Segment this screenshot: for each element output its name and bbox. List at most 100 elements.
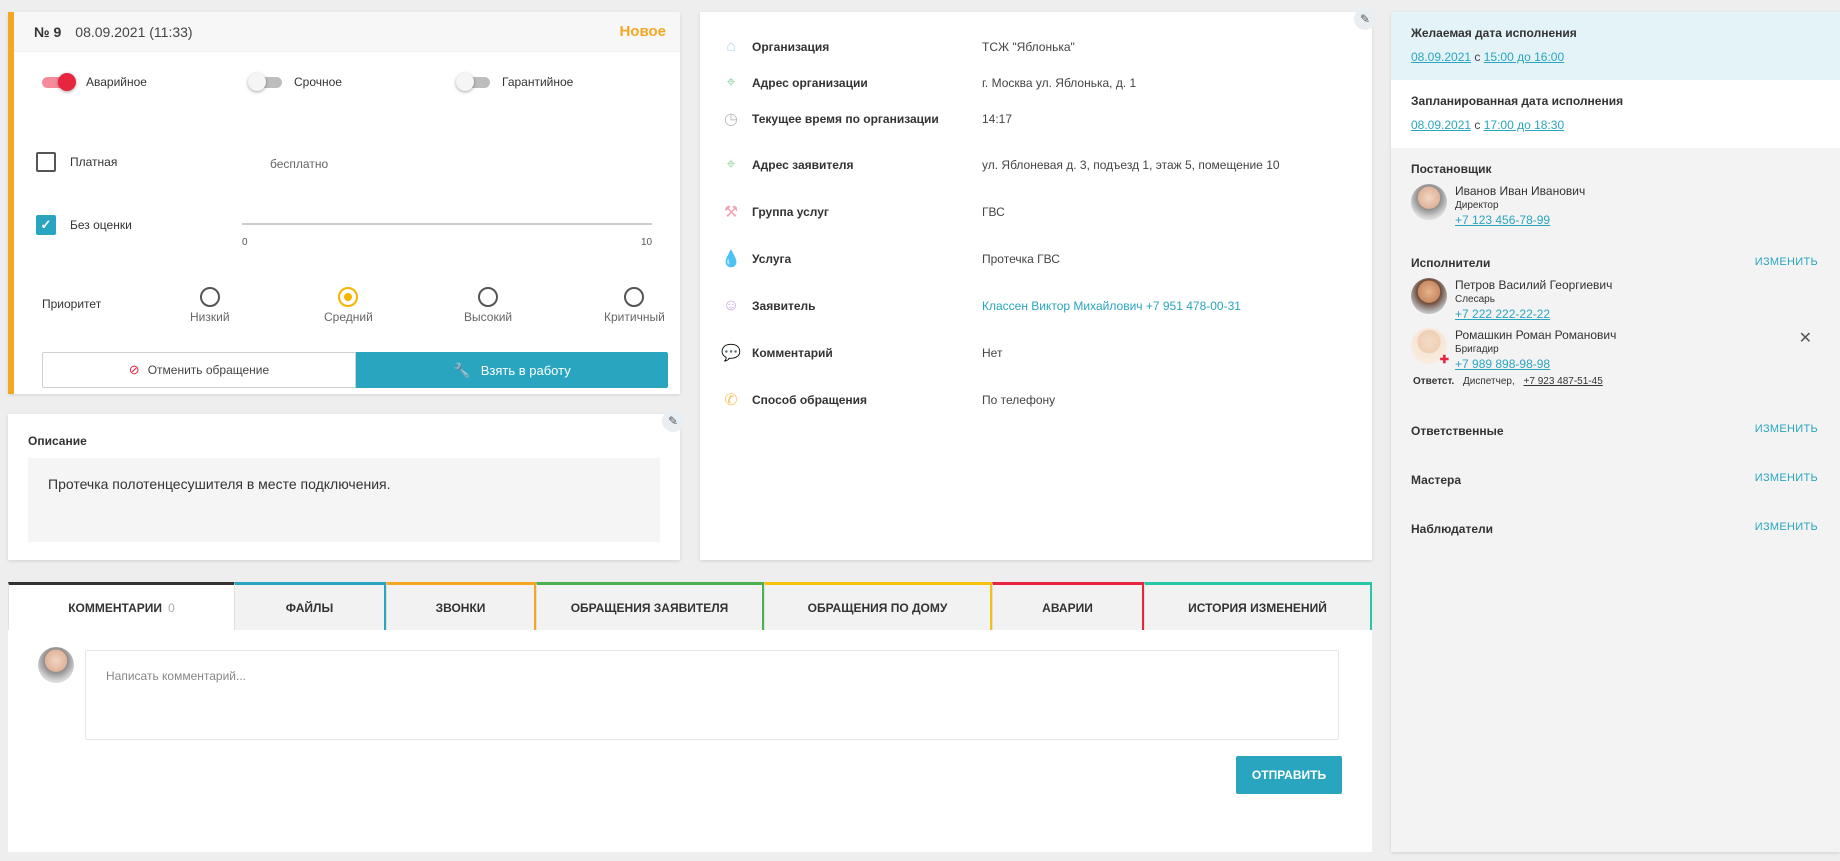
comment-input[interactable]: Написать комментарий... xyxy=(85,650,1339,740)
priority-option-high[interactable]: Высокий xyxy=(464,287,512,324)
tab-label: ОБРАЩЕНИЯ ПО ДОМУ xyxy=(807,600,948,615)
toggle-label: Гарантийное xyxy=(502,75,574,89)
paid-label: Платная xyxy=(70,155,118,169)
rating-slider[interactable] xyxy=(242,223,652,225)
person-phone[interactable]: +7 222 222-22-22 xyxy=(1455,307,1612,321)
priority-option-critical[interactable]: Критичный xyxy=(604,287,665,324)
info-row-contact-method: ✆ Способ обращения По телефону xyxy=(720,389,1352,411)
phone-icon: ✆ xyxy=(724,392,738,409)
tab-files[interactable]: ФАЙЛЫ xyxy=(234,582,386,630)
warranty-toggle[interactable]: Гарантийное xyxy=(456,73,573,91)
send-button[interactable]: ОТПРАВИТЬ xyxy=(1236,756,1342,794)
no-rating-checkbox[interactable]: ✓ xyxy=(36,215,56,235)
responsible-prefix: Ответст. xyxy=(1413,376,1455,387)
ban-icon: ⊘ xyxy=(128,362,140,377)
cancel-request-button[interactable]: ⊘ Отменить обращение xyxy=(42,352,356,388)
from-word: с xyxy=(1474,118,1481,132)
edit-info-pencil-icon[interactable]: ✎ xyxy=(1354,8,1376,30)
info-label: Услуга xyxy=(752,252,792,266)
info-row-current-time: ◷ Текущее время по организации 14:17 xyxy=(720,108,1352,130)
order-datetime: 08.09.2021 (11:33) xyxy=(75,23,193,40)
priority-option-low[interactable]: Низкий xyxy=(190,287,230,324)
edit-description-pencil-icon[interactable]: ✎ xyxy=(662,410,684,432)
desired-date-section: Желаемая дата исполнения 08.09.2021 с 15… xyxy=(1391,12,1840,80)
description-card: ✎ Описание Протечка полотенцесушителя в … xyxy=(8,410,684,560)
slider-max-label: 10 xyxy=(641,237,653,248)
tab-comments[interactable]: КОММЕНТАРИИ 0 xyxy=(8,582,234,630)
person-role: Директор xyxy=(1455,200,1499,211)
responsible-role: Диспетчер, xyxy=(1463,376,1515,387)
change-responsible-link[interactable]: ИЗМЕНИТЬ xyxy=(1755,423,1818,435)
clock-icon: ◷ xyxy=(724,111,738,128)
info-label: Адрес организации xyxy=(752,76,868,90)
tab-label: КОММЕНТАРИИ xyxy=(68,600,163,615)
radio-button[interactable] xyxy=(199,287,220,307)
tab-house-requests[interactable]: ОБРАЩЕНИЯ ПО ДОМУ xyxy=(764,582,992,630)
change-executors-link[interactable]: ИЗМЕНИТЬ xyxy=(1755,256,1818,268)
info-value: ГВС xyxy=(982,205,1005,219)
avatar xyxy=(1411,184,1447,220)
radio-button[interactable] xyxy=(338,287,359,307)
paid-checkbox-row[interactable]: Платная xyxy=(36,152,117,172)
applicant-link[interactable]: Классен Виктор Михайлович +7 951 478-00-… xyxy=(982,299,1241,313)
user-icon: ☺ xyxy=(722,297,740,314)
planned-date-link[interactable]: 08.09.2021 xyxy=(1411,118,1471,132)
priority-option-medium[interactable]: Средний xyxy=(324,287,373,324)
no-rating-checkbox-row[interactable]: ✓ Без оценки xyxy=(36,215,132,235)
close-icon[interactable]: ✕ xyxy=(1799,328,1812,348)
desired-time-link[interactable]: 15:00 до 16:00 xyxy=(1484,50,1564,64)
drop-icon: 💧 xyxy=(721,251,741,268)
no-rating-label: Без оценки xyxy=(70,218,132,232)
radio-button[interactable] xyxy=(478,287,499,307)
chat-icon: 💬 xyxy=(721,345,741,362)
info-row-applicant-address: ⌖ Адрес заявителя ул. Яблоневая д. 3, по… xyxy=(720,154,1352,176)
executor-person: Петров Василий Георгиевич Слесарь +7 222… xyxy=(1411,278,1612,321)
emergency-toggle[interactable]: Аварийное xyxy=(40,73,147,91)
priority-option-label: Средний xyxy=(324,310,373,324)
avatar-wrap: ✚ xyxy=(1411,328,1449,366)
info-value: 14:17 xyxy=(982,112,1013,126)
info-card: ✎ ⌂ Организация ТСЖ "Яблонька" ⌖ Адрес о… xyxy=(700,8,1376,560)
switch[interactable] xyxy=(248,73,284,91)
person-phone[interactable]: +7 123 456-78-99 xyxy=(1455,213,1585,227)
take-to-work-button[interactable]: 🔧 Взять в работу xyxy=(356,352,668,388)
info-value: г. Москва ул. Яблонька, д. 1 xyxy=(982,76,1137,90)
planned-date-line: 08.09.2021 с 17:00 до 18:30 xyxy=(1411,118,1820,132)
tab-calls[interactable]: ЗВОНКИ xyxy=(386,582,536,630)
tab-label: ИСТОРИЯ ИЗМЕНЕНИЙ xyxy=(1188,600,1327,615)
info-row-service-group: ⚒ Группа услуг ГВС xyxy=(720,201,1352,223)
comment-placeholder: Написать комментарий... xyxy=(106,669,247,683)
info-row-service: 💧 Услуга Протечка ГВС xyxy=(720,248,1352,270)
take-label: Взять в работу xyxy=(480,362,571,378)
avatar xyxy=(38,647,74,683)
right-panel: Желаемая дата исполнения 08.09.2021 с 15… xyxy=(1391,12,1840,852)
responsible-line: Ответст. Диспетчер, +7 923 487-51-45 xyxy=(1413,376,1603,387)
responsible-phone[interactable]: +7 923 487-51-45 xyxy=(1524,376,1603,387)
tab-emergencies[interactable]: АВАРИИ xyxy=(992,582,1144,630)
info-label: Заявитель xyxy=(752,299,816,313)
info-value: Нет xyxy=(982,346,1003,360)
tab-label: ЗВОНКИ xyxy=(435,600,486,615)
description-title: Описание xyxy=(28,434,87,448)
paid-checkbox[interactable] xyxy=(36,152,56,172)
info-label: Комментарий xyxy=(752,346,833,360)
radio-button[interactable] xyxy=(624,287,645,307)
person-role: Слесарь xyxy=(1455,294,1495,305)
urgent-toggle[interactable]: Срочное xyxy=(248,73,342,91)
wrench-icon: ⚒ xyxy=(723,204,739,221)
switch[interactable] xyxy=(40,73,76,91)
order-card: № 9 08.09.2021 (11:33) Новое Аварийное С… xyxy=(8,12,680,394)
tab-change-history[interactable]: ИСТОРИЯ ИЗМЕНЕНИЙ xyxy=(1144,582,1372,630)
order-flags: Аварийное Срочное Гарантийное xyxy=(34,73,680,98)
planned-time-link[interactable]: 17:00 до 18:30 xyxy=(1484,118,1564,132)
tab-applicant-requests[interactable]: ОБРАЩЕНИЯ ЗАЯВИТЕЛЯ xyxy=(536,582,764,630)
plus-icon: ✚ xyxy=(1439,354,1449,366)
description-text: Протечка полотенцесушителя в месте подкл… xyxy=(28,458,660,542)
priority-label: Приоритет xyxy=(42,297,102,311)
info-label: Группа услуг xyxy=(752,205,829,219)
desired-date-link[interactable]: 08.09.2021 xyxy=(1411,50,1471,64)
person-phone[interactable]: +7 989 898-98-98 xyxy=(1455,357,1616,371)
switch[interactable] xyxy=(456,73,492,91)
change-observers-link[interactable]: ИЗМЕНИТЬ xyxy=(1755,521,1818,533)
change-masters-link[interactable]: ИЗМЕНИТЬ xyxy=(1755,472,1818,484)
